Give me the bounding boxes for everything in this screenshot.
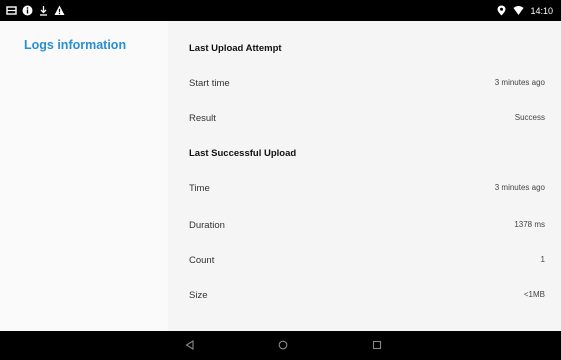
logs-detail-panel: Last Upload Attempt Start time 3 minutes…	[168, 21, 561, 331]
home-button[interactable]	[276, 338, 290, 352]
section-title: Last Successful Upload	[189, 148, 297, 159]
info-row-count: Count 1	[168, 244, 561, 279]
row-label: Size	[189, 290, 208, 301]
section-header-last-successful-upload: Last Successful Upload	[168, 137, 561, 172]
warning-icon	[54, 5, 65, 15]
row-label: Time	[189, 183, 210, 194]
info-row-start-time: Start time 3 minutes ago	[168, 67, 561, 102]
notification-icon	[6, 6, 17, 15]
info-icon	[22, 5, 33, 16]
download-icon	[40, 6, 47, 16]
row-value: 1	[540, 255, 545, 264]
row-label: Result	[189, 113, 216, 124]
status-bar: 14:10	[0, 0, 561, 21]
recents-button[interactable]	[370, 338, 384, 352]
recents-icon	[372, 340, 382, 350]
wifi-icon	[513, 6, 524, 15]
home-icon	[278, 340, 288, 350]
row-label: Count	[189, 255, 215, 266]
location-icon	[497, 5, 506, 16]
row-value: Success	[514, 113, 545, 122]
status-time: 14:10	[530, 5, 553, 16]
info-row-size: Size <1MB	[168, 279, 561, 314]
section-title: Last Upload Attempt	[189, 43, 282, 54]
row-value: 3 minutes ago	[494, 183, 545, 192]
section-header-last-upload-attempt: Last Upload Attempt	[168, 32, 561, 67]
row-label: Start time	[189, 78, 230, 89]
navigation-bar	[0, 331, 561, 360]
sidebar-item-logs-information[interactable]: Logs information	[24, 38, 126, 52]
status-bar-left	[6, 3, 65, 18]
back-button[interactable]	[183, 338, 197, 352]
sidebar: Logs information	[0, 21, 168, 331]
row-value: 1378 ms	[514, 220, 545, 229]
info-row-time: Time 3 minutes ago	[168, 172, 561, 207]
row-label: Duration	[189, 220, 225, 231]
row-value: <1MB	[523, 290, 545, 299]
info-row-result: Result Success	[168, 102, 561, 137]
info-row-duration: Duration 1378 ms	[168, 209, 561, 244]
row-value: 3 minutes ago	[494, 78, 545, 87]
screen: 14:10 Logs information Last Upload Attem…	[0, 0, 561, 360]
back-icon	[185, 340, 194, 350]
status-bar-right: 14:10	[496, 3, 553, 18]
